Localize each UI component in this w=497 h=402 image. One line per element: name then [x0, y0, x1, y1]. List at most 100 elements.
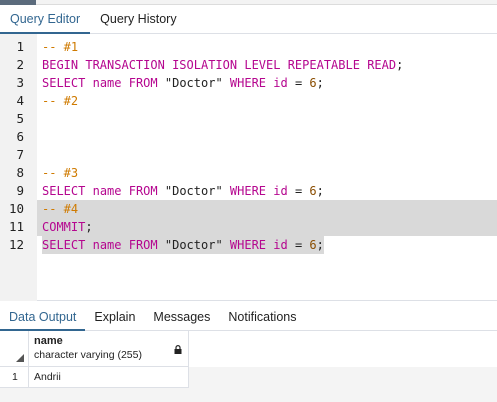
- table-row[interactable]: 1 Andrii: [0, 367, 189, 388]
- code-token: 6: [309, 184, 317, 198]
- code-token: ;: [316, 238, 324, 252]
- editor-tabs: Query Editor Query History: [0, 5, 497, 34]
- line-number: 8: [16, 165, 24, 180]
- code-token: SELECT: [42, 76, 86, 90]
- code-token: id: [273, 238, 288, 252]
- grid-header: name character varying (255): [0, 331, 497, 367]
- tab-notifications[interactable]: Notifications: [219, 303, 305, 331]
- row-number[interactable]: 1: [0, 367, 29, 388]
- code-token: REPEATABLE: [287, 58, 360, 72]
- code-token: =: [287, 184, 310, 198]
- code-token: -- #2: [42, 94, 79, 108]
- code-token: WHERE: [229, 184, 267, 198]
- code-area[interactable]: 1 -- #1 2 BEGIN TRANSACTION ISOLATION LEVEL…: [9, 38, 497, 254]
- code-token: id: [273, 76, 288, 90]
- code-text: BEGIN TRANSACTION ISOLATION LEVEL REPEAT…: [42, 56, 403, 74]
- output-tabs: Data Output Explain Messages Notificatio…: [0, 303, 497, 331]
- code-token: WHERE: [229, 76, 267, 90]
- table-cell[interactable]: Andrii: [29, 367, 189, 388]
- lock-icon: [174, 345, 182, 354]
- code-token: ;: [316, 184, 324, 198]
- code-line[interactable]: 5: [16, 110, 497, 128]
- code-line[interactable]: 6: [16, 128, 497, 146]
- corner-triangle-icon: [16, 354, 24, 362]
- code-token: -- #1: [42, 40, 79, 54]
- code-token: -- #3: [42, 166, 79, 180]
- code-token: 6: [309, 76, 317, 90]
- code-line[interactable]: 2 BEGIN TRANSACTION ISOLATION LEVEL REPEA…: [16, 56, 497, 74]
- code-token: SELECT: [42, 184, 86, 198]
- code-token: "Doctor": [164, 76, 223, 90]
- code-token: 6: [309, 238, 317, 252]
- code-line[interactable]: 3 SELECT name FROM "Doctor" WHERE id = 6;: [16, 74, 497, 92]
- code-token: id: [273, 184, 288, 198]
- code-token: name: [92, 76, 122, 90]
- code-token: ;: [85, 220, 93, 234]
- line-number: 5: [16, 111, 24, 126]
- code-text: -- #1: [42, 38, 78, 56]
- code-line[interactable]: 11 COMMIT;: [9, 218, 497, 236]
- line-number: 2: [16, 57, 24, 72]
- line-number: 10: [8, 201, 24, 216]
- code-line[interactable]: 8 -- #3: [16, 164, 497, 182]
- code-token: =: [287, 238, 310, 252]
- tab-query-history[interactable]: Query History: [90, 5, 186, 34]
- code-token: FROM: [128, 184, 158, 198]
- tab-data-output[interactable]: Data Output: [0, 303, 86, 331]
- line-number: 9: [16, 183, 24, 198]
- code-token: ISOLATION: [172, 58, 238, 72]
- code-token: "Doctor": [164, 184, 223, 198]
- code-token: ;: [316, 76, 324, 90]
- code-token: READ: [367, 58, 397, 72]
- code-token: SELECT: [42, 238, 86, 252]
- code-text: -- #3: [42, 164, 78, 182]
- code-line[interactable]: 1 -- #1: [16, 38, 497, 56]
- tab-query-editor[interactable]: Query Editor: [0, 5, 91, 34]
- code-text: COMMIT;: [42, 218, 93, 236]
- sql-editor[interactable]: 1 -- #1 2 BEGIN TRANSACTION ISOLATION LEVEL…: [0, 34, 497, 301]
- line-number: 12: [8, 237, 24, 252]
- code-line[interactable]: 7: [16, 146, 497, 164]
- code-token: FROM: [128, 238, 158, 252]
- code-line[interactable]: 9 SELECT name FROM "Doctor" WHERE id = 6;: [16, 182, 497, 200]
- code-line[interactable]: 10 -- #4: [9, 200, 497, 218]
- line-number: 1: [16, 39, 24, 54]
- code-token: TRANSACTION: [85, 58, 165, 72]
- code-token: ;: [396, 58, 404, 72]
- column-header-name[interactable]: name character varying (255): [29, 331, 189, 367]
- code-token: BEGIN: [42, 58, 79, 72]
- code-text: -- #4: [42, 200, 78, 218]
- select-all-corner[interactable]: [0, 331, 29, 367]
- line-number: 4: [16, 93, 24, 108]
- code-text: SELECT name FROM "Doctor" WHERE id = 6;: [42, 74, 324, 92]
- tab-explain[interactable]: Explain: [85, 303, 144, 331]
- tab-messages[interactable]: Messages: [144, 303, 219, 331]
- line-number: 7: [16, 147, 24, 162]
- line-number: 11: [8, 219, 24, 234]
- code-token: name: [92, 184, 122, 198]
- code-line[interactable]: 12 SELECT name FROM "Doctor" WHERE id = 6…: [9, 236, 497, 254]
- code-line[interactable]: 4 -- #2: [16, 92, 497, 110]
- line-number: 3: [16, 75, 24, 90]
- code-token: "Doctor": [164, 238, 223, 252]
- code-text: SELECT name FROM "Doctor" WHERE id = 6;: [42, 236, 324, 254]
- code-token: -- #4: [42, 202, 79, 216]
- code-token: COMMIT: [42, 220, 86, 234]
- code-token: LEVEL: [244, 58, 281, 72]
- code-text: -- #2: [42, 92, 78, 110]
- column-name: name: [34, 335, 63, 347]
- code-token: name: [92, 238, 122, 252]
